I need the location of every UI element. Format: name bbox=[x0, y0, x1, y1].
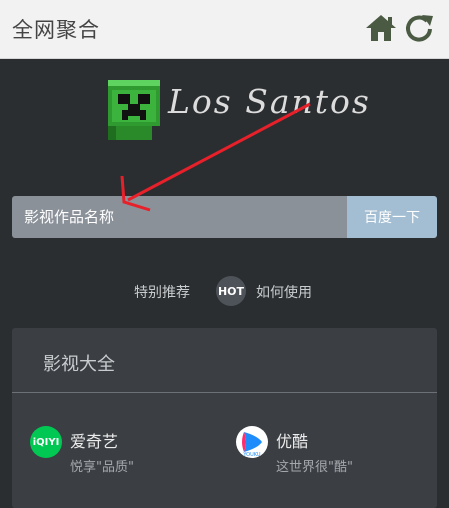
home-button[interactable] bbox=[364, 12, 398, 44]
app-title: 全网聚合 bbox=[12, 18, 100, 42]
iqiyi-logo-icon: iQIYI bbox=[30, 426, 62, 458]
youku-logo-icon: YOUKU bbox=[236, 426, 268, 458]
platform-youku[interactable]: YOUKU 优酷 这世界很"酷" bbox=[236, 424, 416, 484]
search-bar: 百度一下 bbox=[12, 196, 437, 238]
platform-slogan: 这世界很"酷" bbox=[276, 460, 353, 475]
creeper-icon bbox=[108, 80, 160, 140]
recommend-link[interactable]: 特别推荐 bbox=[134, 282, 190, 302]
search-input[interactable] bbox=[12, 196, 347, 238]
video-panel: 影视大全 iQIYI 爱奇艺 悦享"品质" YOUKU 优酷 这世界很"酷" bbox=[12, 328, 437, 508]
top-bar: 全网聚合 bbox=[0, 0, 449, 59]
refresh-icon bbox=[406, 15, 433, 42]
home-icon bbox=[366, 15, 396, 41]
quick-links: 特别推荐 HOT 如何使用 bbox=[0, 276, 449, 308]
logo-text: Los Santos bbox=[168, 82, 371, 121]
refresh-button[interactable] bbox=[402, 12, 436, 44]
platform-iqiyi[interactable]: iQIYI 爱奇艺 悦享"品质" bbox=[30, 424, 210, 484]
howto-link[interactable]: 如何使用 bbox=[256, 282, 312, 302]
hot-badge: HOT bbox=[216, 276, 246, 306]
platform-name: 优酷 bbox=[276, 432, 309, 451]
platform-name: 爱奇艺 bbox=[70, 432, 119, 451]
platform-slogan: 悦享"品质" bbox=[70, 460, 134, 475]
panel-title: 影视大全 bbox=[43, 354, 115, 375]
search-button[interactable]: 百度一下 bbox=[347, 196, 437, 238]
panel-divider bbox=[12, 392, 437, 393]
svg-text:YOUKU: YOUKU bbox=[242, 452, 261, 458]
